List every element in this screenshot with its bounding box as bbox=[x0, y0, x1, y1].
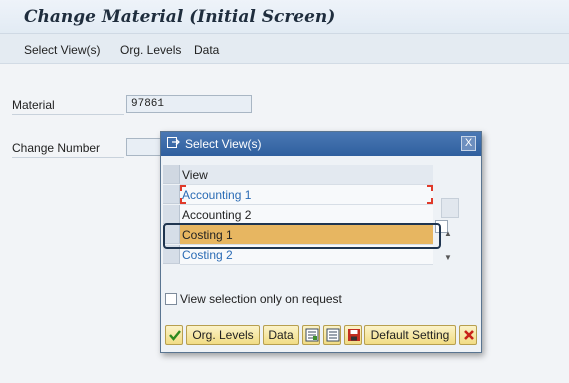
table-row[interactable]: Accounting 2 bbox=[163, 205, 433, 225]
confirm-button[interactable] bbox=[165, 325, 183, 345]
select-views-dialog: Select View(s) X View Accounting 1 Accou… bbox=[160, 131, 482, 353]
views-table: View Accounting 1 Accounting 2 Costing 1… bbox=[163, 165, 481, 300]
dialog-window-icon bbox=[167, 137, 180, 148]
table-row[interactable]: Accounting 1 bbox=[163, 185, 433, 205]
select-all-button[interactable] bbox=[302, 325, 320, 345]
view-selection-label: View selection only on request bbox=[180, 292, 342, 306]
cancel-button[interactable] bbox=[459, 325, 477, 345]
dialog-header: Select View(s) X bbox=[161, 132, 481, 156]
cancel-x-icon bbox=[464, 330, 474, 340]
close-icon[interactable]: X bbox=[461, 136, 476, 151]
row-selector[interactable] bbox=[163, 245, 180, 264]
default-setting-button[interactable]: Default Setting bbox=[364, 325, 456, 345]
data-button[interactable]: Data bbox=[263, 325, 299, 345]
select-all-cell[interactable] bbox=[163, 165, 180, 184]
checkmark-icon bbox=[169, 330, 181, 341]
scroll-down-arrow-icon[interactable]: ▼ bbox=[444, 253, 452, 262]
title-bar: Change Material (Initial Screen) bbox=[0, 0, 569, 34]
row-selector[interactable] bbox=[163, 225, 180, 244]
table-row[interactable]: Costing 2 bbox=[163, 245, 433, 265]
focus-bracket-bottom-right bbox=[427, 198, 433, 204]
dialog-title: Select View(s) bbox=[185, 137, 262, 151]
table-row-highlighted[interactable]: Costing 1 bbox=[163, 225, 433, 245]
page-title: Change Material (Initial Screen) bbox=[24, 7, 336, 27]
row-selector[interactable] bbox=[163, 205, 180, 224]
row-selector[interactable] bbox=[163, 185, 180, 204]
material-label: Material bbox=[12, 98, 55, 112]
scroll-header-cell bbox=[441, 198, 459, 218]
select-all-icon bbox=[305, 328, 319, 342]
deselect-all-button[interactable] bbox=[323, 325, 341, 345]
menu-item-org-levels[interactable]: Org. Levels bbox=[120, 43, 181, 57]
column-header-view: View bbox=[180, 165, 433, 185]
menu-item-select-views[interactable]: Select View(s) bbox=[24, 43, 100, 57]
row-label[interactable]: Costing 2 bbox=[180, 245, 433, 265]
change-number-label-underline bbox=[12, 157, 124, 158]
org-levels-button[interactable]: Org. Levels bbox=[186, 325, 260, 345]
table-header-row: View bbox=[163, 165, 433, 185]
focus-bracket-bottom-left bbox=[180, 198, 186, 204]
save-button[interactable] bbox=[344, 325, 362, 345]
save-icon bbox=[348, 329, 360, 341]
menu-item-data[interactable]: Data bbox=[194, 43, 219, 57]
change-number-label: Change Number bbox=[12, 141, 101, 155]
view-selection-checkbox[interactable] bbox=[165, 293, 177, 305]
material-input[interactable]: 97861 bbox=[126, 95, 252, 113]
focus-bracket-top-right bbox=[427, 185, 433, 191]
row-label[interactable]: Accounting 2 bbox=[180, 205, 433, 225]
focus-bracket-top-left bbox=[180, 185, 186, 191]
material-label-underline bbox=[12, 114, 124, 115]
row-label[interactable]: Costing 1 bbox=[180, 225, 433, 245]
menu-bar: Select View(s) Org. Levels Data bbox=[0, 34, 569, 64]
scroll-up-arrow-icon[interactable]: ▲ bbox=[444, 229, 452, 238]
deselect-all-icon bbox=[326, 328, 340, 342]
row-label[interactable]: Accounting 1 bbox=[180, 185, 433, 205]
change-number-input[interactable] bbox=[126, 138, 162, 156]
